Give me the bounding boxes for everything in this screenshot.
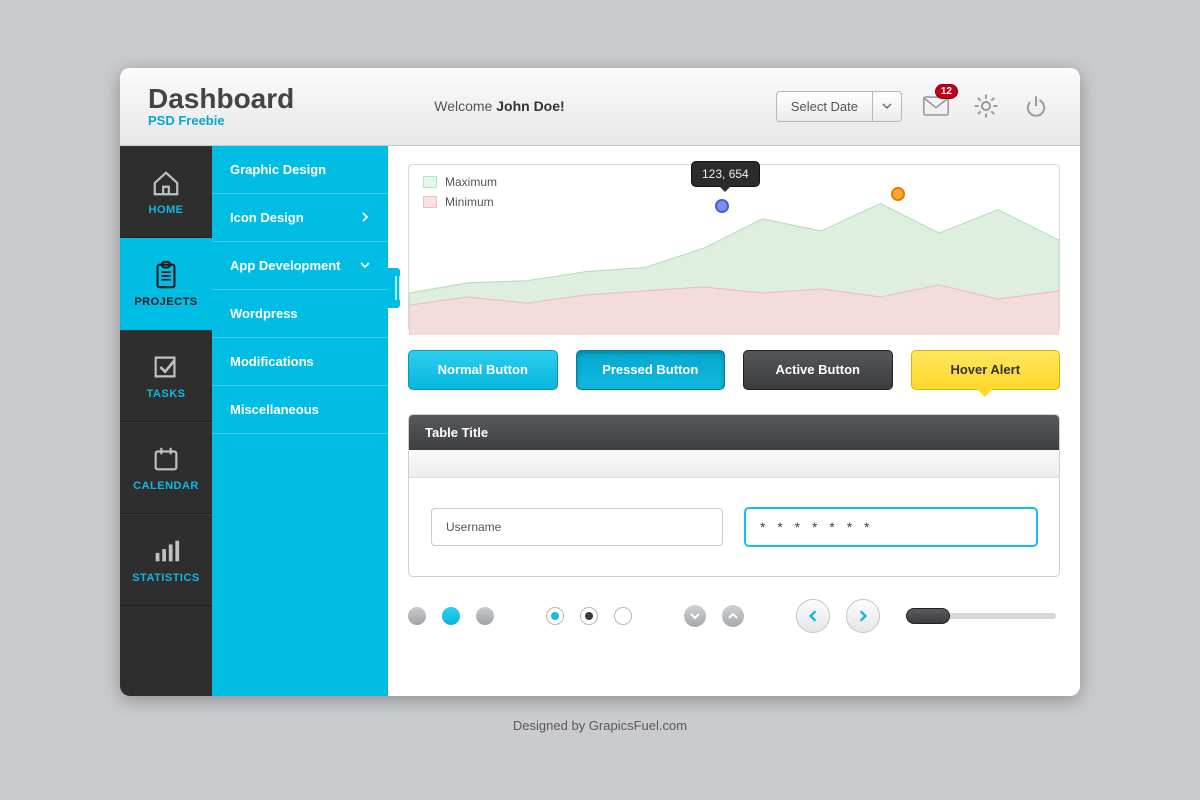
submenu-item-app-development[interactable]: App Development	[212, 242, 388, 290]
submenu: Graphic Design Icon Design App Developme…	[212, 146, 388, 696]
chart-svg	[409, 165, 1059, 336]
date-select-label: Select Date	[777, 92, 873, 121]
clipboard-icon	[151, 260, 181, 290]
pager-dot[interactable]	[476, 607, 494, 625]
nav-item-statistics[interactable]: STATISTICS	[120, 514, 212, 606]
date-select[interactable]: Select Date	[776, 91, 902, 122]
nav-item-home[interactable]: HOME	[120, 146, 212, 238]
chevron-down-icon	[360, 260, 370, 270]
gear-icon	[973, 93, 999, 119]
home-icon	[151, 168, 181, 198]
active-button[interactable]: Active Button	[743, 350, 893, 390]
next-button[interactable]	[846, 599, 880, 633]
nav-item-projects[interactable]: PROJECTS	[120, 238, 212, 330]
radio-cyan[interactable]	[546, 607, 564, 625]
main-content: Maximum Minimum 123, 654 Normal Button P…	[388, 146, 1080, 696]
welcome-text: Welcome John Doe!	[434, 98, 564, 114]
mail-badge: 12	[935, 84, 958, 99]
brand-subtitle: PSD Freebie	[148, 113, 294, 128]
chart-point-secondary[interactable]	[891, 187, 905, 201]
chevron-up-icon	[728, 611, 738, 621]
submenu-item-modifications[interactable]: Modifications	[212, 338, 388, 386]
panel-body: Username * * * * * * *	[409, 478, 1059, 576]
power-icon	[1023, 93, 1049, 119]
table-panel: Table Title Username * * * * * * *	[408, 414, 1060, 577]
button-row: Normal Button Pressed Button Active Butt…	[408, 350, 1060, 390]
bars-icon	[151, 536, 181, 566]
power-button[interactable]	[1020, 90, 1052, 122]
area-chart: Maximum Minimum 123, 654	[408, 164, 1060, 332]
header-actions: Select Date 12	[776, 90, 1052, 122]
sidebar-nav: HOME PROJECTS TASKS CALENDAR STATISTICS	[120, 146, 212, 696]
collapse-up-button[interactable]	[722, 605, 744, 627]
chevron-down-icon	[873, 92, 901, 121]
header: Dashboard PSD Freebie Welcome John Doe! …	[120, 68, 1080, 146]
chevron-right-icon	[360, 212, 370, 222]
radio-empty[interactable]	[614, 607, 632, 625]
pressed-button[interactable]: Pressed Button	[576, 350, 726, 390]
normal-button[interactable]: Normal Button	[408, 350, 558, 390]
chevron-down-icon	[690, 611, 700, 621]
prev-button[interactable]	[796, 599, 830, 633]
calendar-icon	[151, 444, 181, 474]
app-window: Dashboard PSD Freebie Welcome John Doe! …	[120, 68, 1080, 696]
pager-dot[interactable]	[408, 607, 426, 625]
brand: Dashboard PSD Freebie	[148, 85, 294, 128]
pager-dot-active[interactable]	[442, 607, 460, 625]
password-input[interactable]: * * * * * * *	[745, 508, 1037, 546]
body: HOME PROJECTS TASKS CALENDAR STATISTICS …	[120, 146, 1080, 696]
brand-title: Dashboard	[148, 85, 294, 113]
submenu-item-icon-design[interactable]: Icon Design	[212, 194, 388, 242]
settings-button[interactable]	[970, 90, 1002, 122]
check-icon	[151, 352, 181, 382]
chart-point-highlight[interactable]	[715, 199, 729, 213]
submenu-item-wordpress[interactable]: Wordpress	[212, 290, 388, 338]
panel-title: Table Title	[409, 415, 1059, 450]
panel-toolbar	[409, 450, 1059, 478]
credit-text: Designed by GrapicsFuel.com	[513, 718, 687, 733]
chevron-right-icon	[857, 610, 869, 622]
expand-down-button[interactable]	[684, 605, 706, 627]
radio-dark[interactable]	[580, 607, 598, 625]
username-input[interactable]: Username	[431, 508, 723, 546]
slider[interactable]	[906, 613, 1056, 619]
mail-button[interactable]: 12	[920, 90, 952, 122]
submenu-item-graphic-design[interactable]: Graphic Design	[212, 146, 388, 194]
nav-item-calendar[interactable]: CALENDAR	[120, 422, 212, 514]
control-row	[408, 599, 1060, 633]
nav-item-tasks[interactable]: TASKS	[120, 330, 212, 422]
chart-tooltip: 123, 654	[691, 161, 760, 187]
chevron-left-icon	[807, 610, 819, 622]
submenu-item-miscellaneous[interactable]: Miscellaneous	[212, 386, 388, 434]
slider-thumb[interactable]	[906, 608, 950, 624]
hover-alert-button[interactable]: Hover Alert	[911, 350, 1061, 390]
